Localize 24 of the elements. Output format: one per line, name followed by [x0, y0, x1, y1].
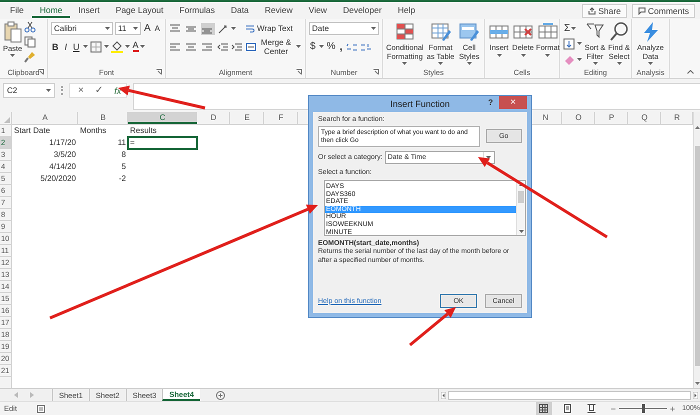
- cell-text: 5: [120, 161, 127, 173]
- column-header: C: [128, 112, 197, 124]
- column-header: D: [210, 112, 218, 124]
- column-header: E: [243, 112, 251, 124]
- cell-text: Start Date: [13, 125, 52, 137]
- dialog-title: Insert Function: [390, 99, 450, 109]
- column-header: B: [99, 112, 107, 124]
- cell-text: 8: [120, 149, 127, 161]
- cell-text: 11: [116, 137, 127, 149]
- column-header: O: [574, 112, 583, 124]
- cell-text: 3/5/20: [52, 149, 77, 161]
- cell-text: 5/20/2020: [39, 173, 77, 185]
- column-header: P: [608, 112, 616, 124]
- cell-text: -2: [118, 173, 127, 185]
- column-header: Q: [640, 112, 649, 124]
- column-header: A: [41, 112, 49, 124]
- column-header: F: [278, 112, 284, 124]
- column-header: N: [542, 112, 550, 124]
- cell-text: 1/17/20: [48, 137, 77, 149]
- cell-text: Months: [79, 125, 108, 137]
- cell-text: 4/14/20: [48, 161, 77, 173]
- column-header: R: [673, 112, 681, 124]
- cell: =: [128, 137, 197, 149]
- cell-text: Results: [129, 125, 158, 137]
